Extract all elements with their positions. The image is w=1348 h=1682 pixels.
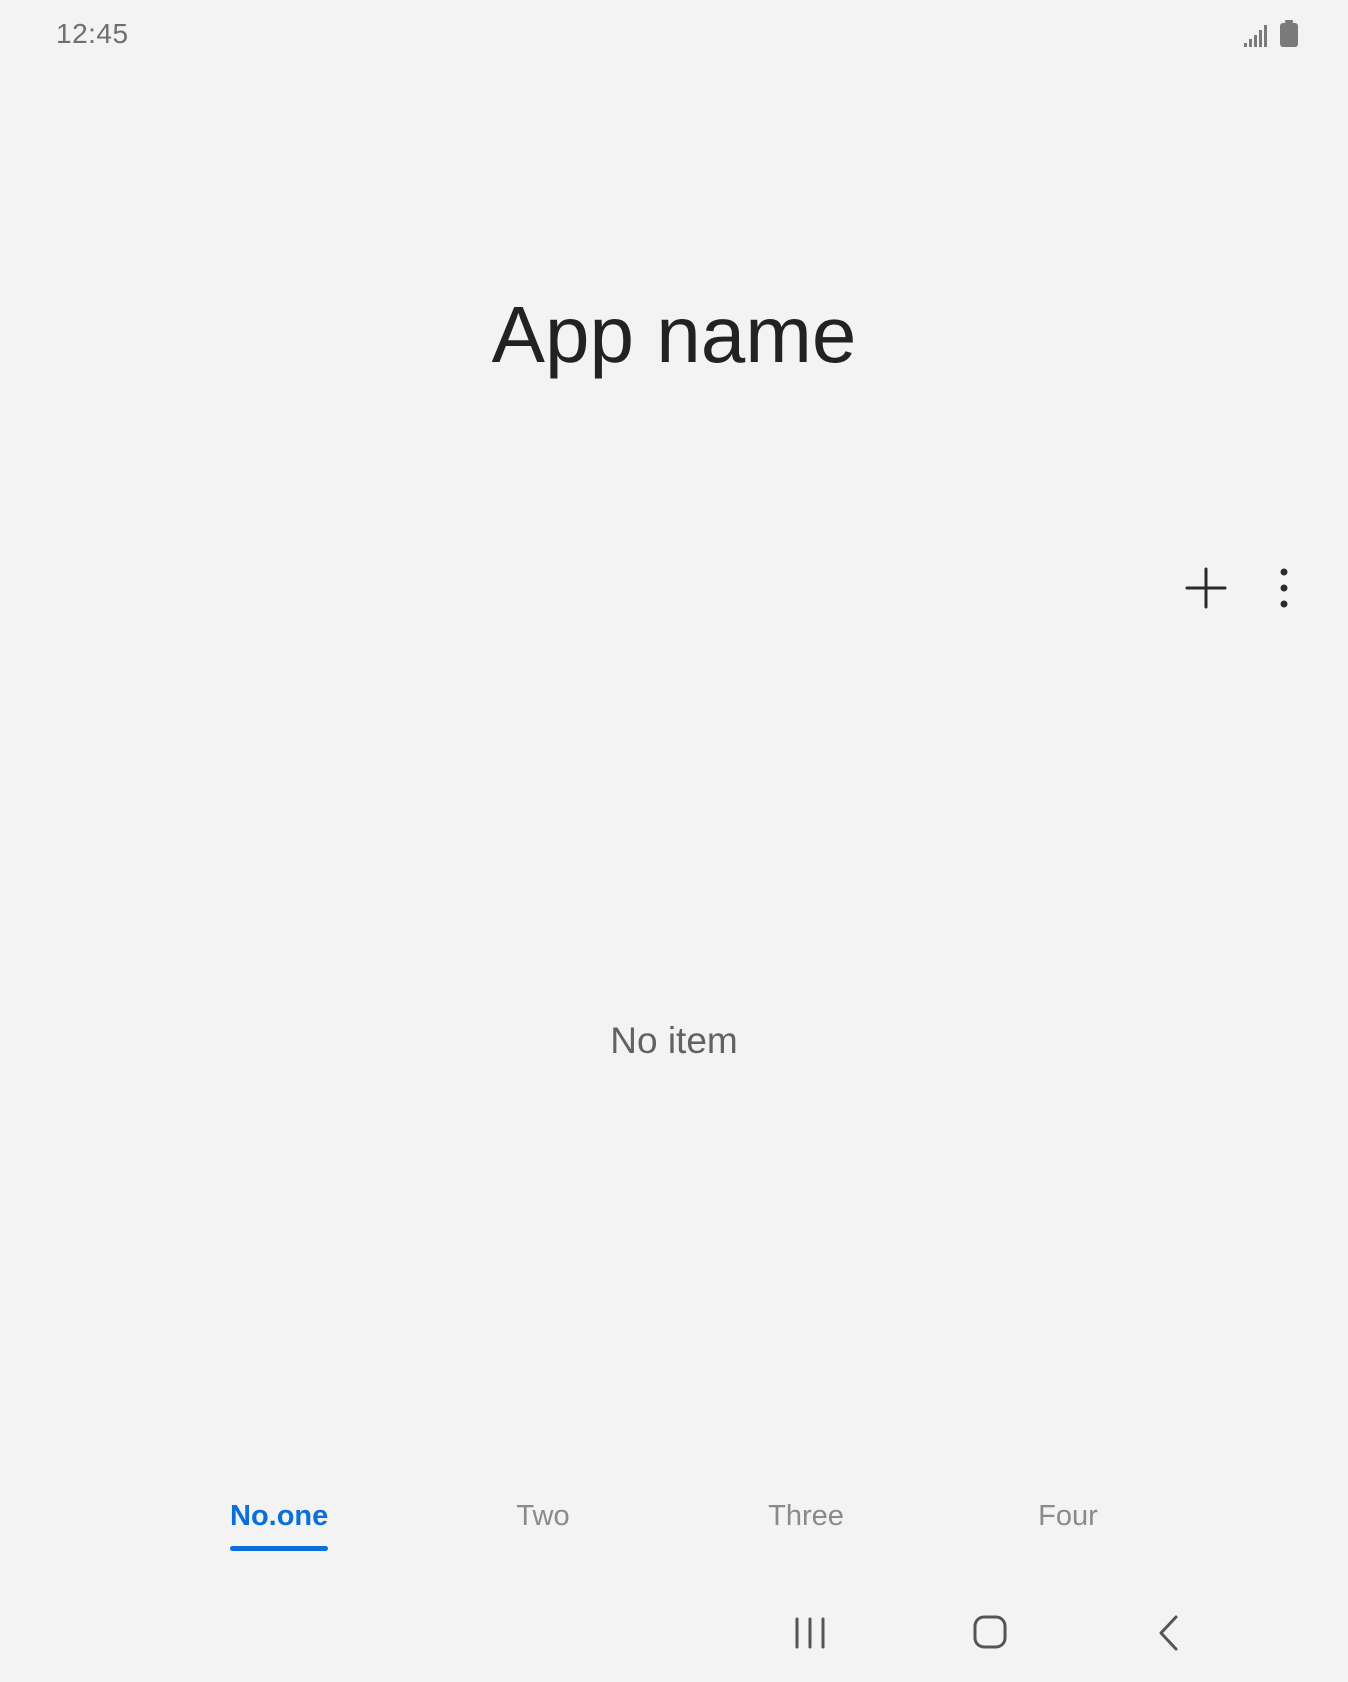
signal-icon	[1244, 23, 1270, 47]
app-title: App name	[491, 290, 857, 379]
tab-no-one[interactable]: No.one	[230, 1502, 328, 1531]
empty-state-text: No item	[610, 1020, 738, 1061]
bottom-tab-bar: No.one Two Three Four	[0, 1502, 1348, 1562]
tab-three[interactable]: Three	[751, 1502, 861, 1531]
status-icons	[1244, 20, 1298, 47]
app-screen: 12:45 App name No item No.one Two Three …	[0, 0, 1348, 1682]
back-icon[interactable]	[1156, 1614, 1182, 1652]
add-icon[interactable]	[1184, 566, 1228, 610]
home-icon[interactable]	[972, 1614, 1008, 1650]
status-time: 12:45	[56, 18, 129, 49]
active-tab-indicator	[230, 1546, 328, 1551]
tab-two[interactable]: Two	[493, 1502, 593, 1531]
battery-icon	[1280, 20, 1298, 47]
recents-icon[interactable]	[792, 1616, 828, 1650]
tab-four[interactable]: Four	[1018, 1502, 1118, 1531]
more-vert-icon[interactable]	[1270, 566, 1298, 610]
